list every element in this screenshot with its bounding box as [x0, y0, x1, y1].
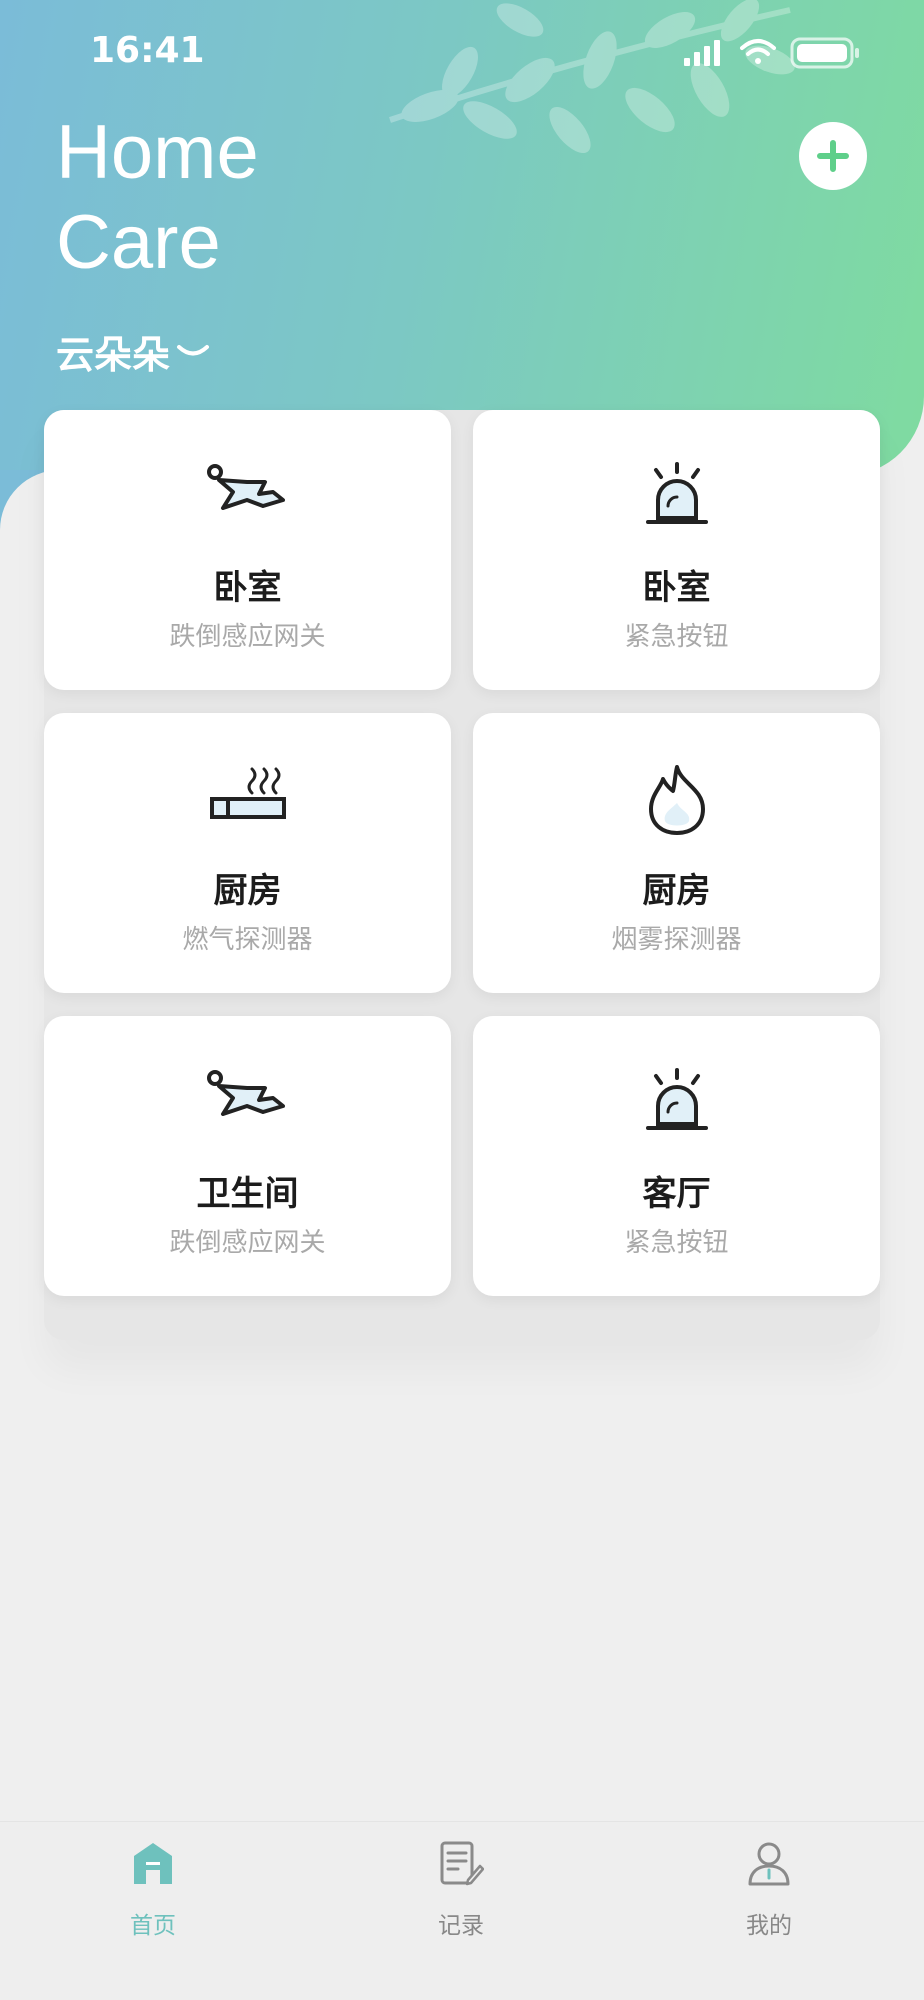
device-room: 卫生间 [196, 1174, 299, 1214]
tab-record[interactable]: 记录 [401, 1840, 521, 1940]
wifi-icon [740, 39, 776, 64]
page-title: Home Care [56, 110, 259, 285]
profile-icon [748, 1842, 790, 1886]
fall-person-icon [206, 1070, 285, 1116]
flame-icon [648, 765, 705, 835]
device-type: 跌倒感应网关 [169, 622, 326, 652]
tab-label: 记录 [438, 1913, 484, 1939]
header-banner: 16:41 Home Care 云朵朵 [0, 0, 924, 476]
family-selector[interactable]: 云朵朵 [56, 324, 210, 379]
signal-icon [684, 40, 720, 66]
device-card[interactable]: 客厅 紧急按钮 [473, 1016, 880, 1296]
device-room: 卧室 [642, 568, 711, 608]
status-time: 16:41 [90, 30, 205, 71]
device-room: 客厅 [642, 1174, 711, 1214]
device-room: 厨房 [213, 871, 282, 911]
battery-icon [790, 37, 859, 69]
device-type: 燃气探测器 [182, 925, 313, 955]
device-card[interactable]: 厨房 燃气探测器 [44, 713, 451, 993]
chevron-down-icon [177, 344, 210, 355]
record-icon [440, 1841, 484, 1886]
device-card[interactable]: 卧室 跌倒感应网关 [44, 410, 451, 690]
device-room: 厨房 [642, 871, 711, 911]
fall-person-icon [206, 464, 285, 510]
device-card[interactable]: 卧室 紧急按钮 [473, 410, 880, 690]
alarm-light-icon [645, 1068, 708, 1130]
add-device-button[interactable] [799, 122, 867, 190]
plus-icon [817, 140, 849, 172]
device-type: 跌倒感应网关 [169, 1228, 326, 1258]
home-icon [134, 1843, 172, 1884]
tab-bar: 首页 记录 我的 [0, 1821, 924, 2000]
device-room: 卧室 [213, 568, 282, 608]
status-icons [684, 37, 859, 69]
device-card[interactable]: 厨房 烟雾探测器 [473, 713, 880, 993]
tab-profile[interactable]: 我的 [709, 1840, 829, 1940]
family-name: 云朵朵 [56, 333, 171, 377]
device-type: 紧急按钮 [624, 1228, 729, 1258]
device-type: 烟雾探测器 [611, 925, 742, 955]
tab-home[interactable]: 首页 [93, 1840, 213, 1940]
tab-label: 首页 [130, 1913, 176, 1939]
alarm-light-icon [645, 462, 708, 524]
device-card[interactable]: 卫生间 跌倒感应网关 [44, 1016, 451, 1296]
device-type: 紧急按钮 [624, 622, 729, 652]
tab-label: 我的 [746, 1913, 792, 1939]
cigarette-smoke-icon [209, 767, 286, 819]
